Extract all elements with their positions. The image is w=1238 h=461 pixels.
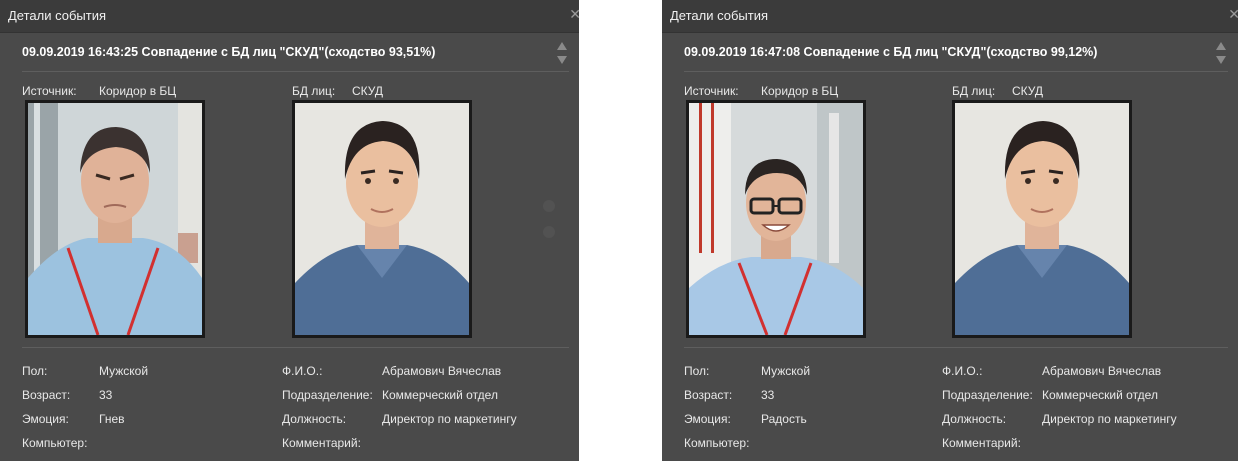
department-label: Подразделение: bbox=[282, 388, 373, 402]
window-title: Детали события bbox=[8, 8, 107, 23]
divider bbox=[684, 347, 1228, 348]
camera-capture-photo bbox=[25, 100, 205, 338]
position-label: Должность: bbox=[282, 412, 347, 426]
decorative-dot bbox=[543, 226, 555, 238]
computer-label: Компьютер: bbox=[684, 436, 750, 450]
face-db-label: БД лиц: bbox=[292, 84, 336, 98]
title-bar[interactable]: Детали события ✕ bbox=[0, 0, 579, 33]
gender-label: Пол: bbox=[684, 364, 710, 378]
camera-capture-photo bbox=[686, 100, 866, 338]
age-value: 33 bbox=[99, 388, 113, 402]
close-icon[interactable]: ✕ bbox=[1228, 6, 1238, 23]
emotion-value: Радость bbox=[761, 412, 807, 426]
decorative-dot bbox=[543, 200, 555, 212]
source-label: Источник: bbox=[22, 84, 77, 98]
comment-label: Комментарий: bbox=[282, 436, 361, 450]
age-value: 33 bbox=[761, 388, 775, 402]
gender-value: Мужской bbox=[761, 364, 811, 378]
window-title: Детали события bbox=[670, 8, 769, 23]
scroll-down-icon[interactable] bbox=[557, 56, 567, 64]
comment-label: Комментарий: bbox=[942, 436, 1021, 450]
event-headline: 09.09.2019 16:47:08 Совпадение с БД лиц … bbox=[684, 45, 1098, 59]
full-name-value: Абрамович Вячеслав bbox=[1042, 364, 1162, 378]
divider bbox=[22, 347, 569, 348]
gender-label: Пол: bbox=[22, 364, 48, 378]
department-value: Коммерческий отдел bbox=[382, 388, 498, 402]
scroll-up-icon[interactable] bbox=[1216, 42, 1226, 50]
event-details-panel-2: Детали события ✕ 09.09.2019 16:47:08 Сов… bbox=[662, 0, 1238, 461]
face-db-value: СКУД bbox=[1012, 84, 1044, 98]
emotion-label: Эмоция: bbox=[684, 412, 731, 426]
emotion-label: Эмоция: bbox=[22, 412, 69, 426]
source-label: Источник: bbox=[684, 84, 739, 98]
gender-value: Мужской bbox=[99, 364, 149, 378]
database-reference-photo bbox=[952, 100, 1132, 338]
position-label: Должность: bbox=[942, 412, 1007, 426]
full-name-label: Ф.И.О.: bbox=[282, 364, 323, 378]
full-name-value: Абрамович Вячеслав bbox=[382, 364, 502, 378]
face-db-label: БД лиц: bbox=[952, 84, 996, 98]
emotion-value: Гнев bbox=[99, 412, 125, 426]
position-value: Директор по маркетингу bbox=[382, 412, 517, 426]
computer-label: Компьютер: bbox=[22, 436, 88, 450]
scroll-up-icon[interactable] bbox=[557, 42, 567, 50]
age-label: Возраст: bbox=[22, 388, 71, 402]
department-label: Подразделение: bbox=[942, 388, 1033, 402]
scroll-down-icon[interactable] bbox=[1216, 56, 1226, 64]
face-db-value: СКУД bbox=[352, 84, 384, 98]
event-headline: 09.09.2019 16:43:25 Совпадение с БД лиц … bbox=[22, 45, 436, 59]
age-label: Возраст: bbox=[684, 388, 733, 402]
close-icon[interactable]: ✕ bbox=[569, 6, 579, 23]
database-reference-photo bbox=[292, 100, 472, 338]
title-bar[interactable]: Детали события ✕ bbox=[662, 0, 1238, 33]
event-details-panel-1: Детали события ✕ 09.09.2019 16:43:25 Сов… bbox=[0, 0, 579, 461]
divider bbox=[22, 71, 569, 72]
position-value: Директор по маркетингу bbox=[1042, 412, 1177, 426]
source-value: Коридор в БЦ bbox=[761, 84, 839, 98]
department-value: Коммерческий отдел bbox=[1042, 388, 1158, 402]
divider bbox=[684, 71, 1228, 72]
full-name-label: Ф.И.О.: bbox=[942, 364, 983, 378]
source-value: Коридор в БЦ bbox=[99, 84, 177, 98]
